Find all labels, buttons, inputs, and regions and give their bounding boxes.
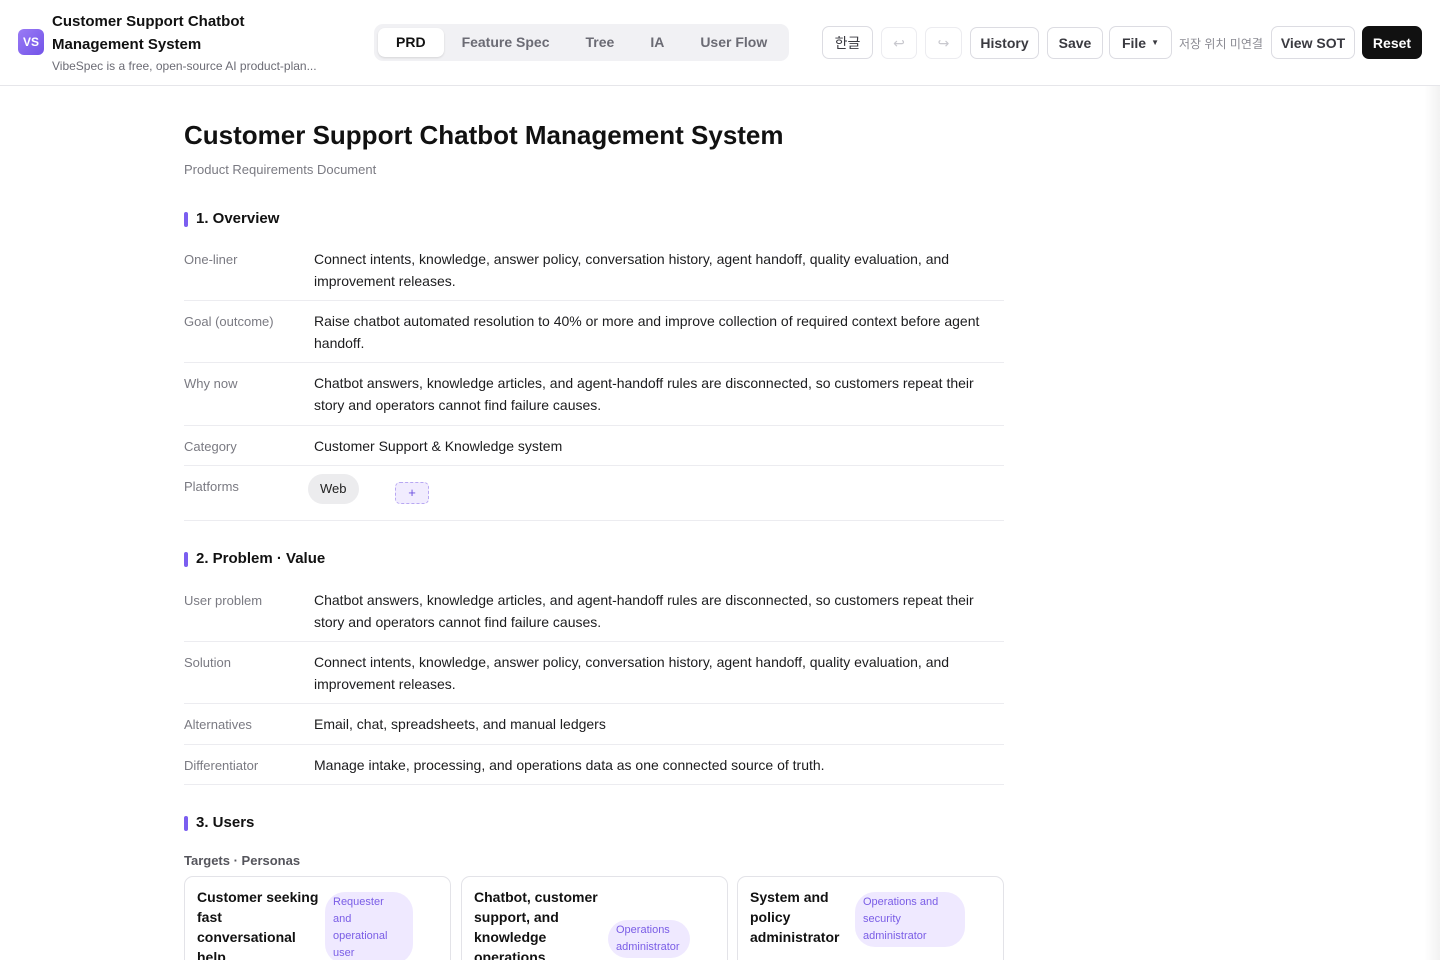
persona-role-badge: Operations administrator [608, 920, 690, 958]
app-title: Customer Support Chatbot Management Syst… [52, 13, 245, 53]
field-label: Why now [184, 376, 238, 391]
field-value[interactable]: Connect intents, knowledge, answer polic… [314, 248, 994, 292]
persona-name: Chatbot, customer support, and knowledge… [474, 889, 598, 960]
field-label: Goal (outcome) [184, 314, 274, 329]
field-value[interactable]: Manage intake, processing, and operation… [314, 754, 994, 776]
persona-card[interactable]: Chatbot, customer support, and knowledge… [461, 876, 728, 960]
field-label: Differentiator [184, 758, 259, 773]
field-label: Alternatives [184, 717, 252, 732]
persona-name: System and policy administrator [750, 889, 840, 945]
field-row-one-liner: One-liner Connect intents, knowledge, an… [184, 239, 1004, 301]
app-logo: VS [18, 29, 44, 55]
undo-button[interactable]: ↩ [881, 27, 917, 59]
redo-button[interactable]: ↪ [925, 27, 962, 59]
view-sot-button[interactable]: View SOT [1271, 26, 1355, 59]
field-label: Category [184, 439, 237, 454]
field-value[interactable]: Connect intents, knowledge, answer polic… [314, 651, 994, 695]
field-row-why-now: Why now Chatbot answers, knowledge artic… [184, 363, 1004, 426]
file-menu-button[interactable]: File ▼ [1109, 26, 1172, 59]
field-label: One-liner [184, 252, 238, 267]
platform-chip[interactable]: Web [308, 474, 359, 504]
tab-ia[interactable]: IA [632, 28, 682, 57]
field-row-category: Category Customer Support & Knowledge sy… [184, 426, 1004, 466]
redo-icon: ↪ [937, 34, 950, 51]
tab-prd[interactable]: PRD [378, 28, 444, 57]
section-heading-problem-value: 2. Problem · Value [184, 550, 325, 567]
persona-role-badge: Requester and operational user [325, 892, 413, 960]
document-subtitle: Product Requirements Document [184, 162, 377, 177]
persona-card[interactable]: Customer seeking fast conversational hel… [184, 876, 451, 960]
field-value[interactable]: Email, chat, spreadsheets, and manual le… [314, 713, 994, 735]
field-value[interactable]: Customer Support & Knowledge system [314, 435, 994, 457]
field-row-user-problem: User problem Chatbot answers, knowledge … [184, 580, 1004, 642]
persona-card[interactable]: System and policy administrator Operatio… [737, 876, 1004, 960]
persona-role-badge: Operations and security administrator [855, 892, 965, 947]
field-label: Solution [184, 655, 231, 670]
view-tabs: PRD Feature Spec Tree IA User Flow [374, 24, 790, 61]
history-button[interactable]: History [970, 27, 1039, 59]
field-value[interactable]: Chatbot answers, knowledge articles, and… [314, 372, 994, 416]
reset-button[interactable]: Reset [1362, 26, 1422, 59]
field-row-alternatives: Alternatives Email, chat, spreadsheets, … [184, 704, 1004, 745]
field-row-goal: Goal (outcome) Raise chatbot automated r… [184, 301, 1004, 363]
file-label: File [1121, 34, 1147, 51]
tab-user-flow[interactable]: User Flow [682, 28, 785, 57]
storage-status: 저장 위치 미연결 [1179, 37, 1263, 51]
field-label: Platforms [184, 479, 239, 494]
section-heading-overview: 1. Overview [184, 210, 279, 227]
persona-name: Customer seeking fast conversational hel… [197, 889, 319, 960]
top-header: VS Customer Support Chatbot Management S… [0, 0, 1440, 86]
tab-feature-spec[interactable]: Feature Spec [444, 28, 568, 57]
field-row-solution: Solution Connect intents, knowledge, ans… [184, 642, 1004, 704]
add-platform-button[interactable]: + [395, 482, 429, 504]
undo-icon: ↩ [893, 34, 905, 51]
save-button[interactable]: Save [1047, 27, 1103, 59]
field-row-differentiator: Differentiator Manage intake, processing… [184, 745, 1004, 785]
section-heading-users: 3. Users [184, 814, 254, 831]
personas-subheading: Targets · Personas [184, 853, 301, 868]
document-title: Customer Support Chatbot Management Syst… [184, 120, 784, 150]
language-toggle-button[interactable]: 한글 [822, 26, 873, 59]
tab-tree[interactable]: Tree [568, 28, 633, 57]
app-subtitle: VibeSpec is a free, open-source AI produ… [52, 59, 317, 73]
field-label: User problem [184, 593, 263, 608]
chevron-down-icon: ▼ [1151, 38, 1160, 47]
field-value[interactable]: Chatbot answers, knowledge articles, and… [314, 589, 994, 633]
scroll-edge-shadow [1424, 86, 1440, 960]
field-value[interactable]: Raise chatbot automated resolution to 40… [314, 310, 994, 354]
field-row-platforms: Platforms Web + [184, 466, 1004, 521]
